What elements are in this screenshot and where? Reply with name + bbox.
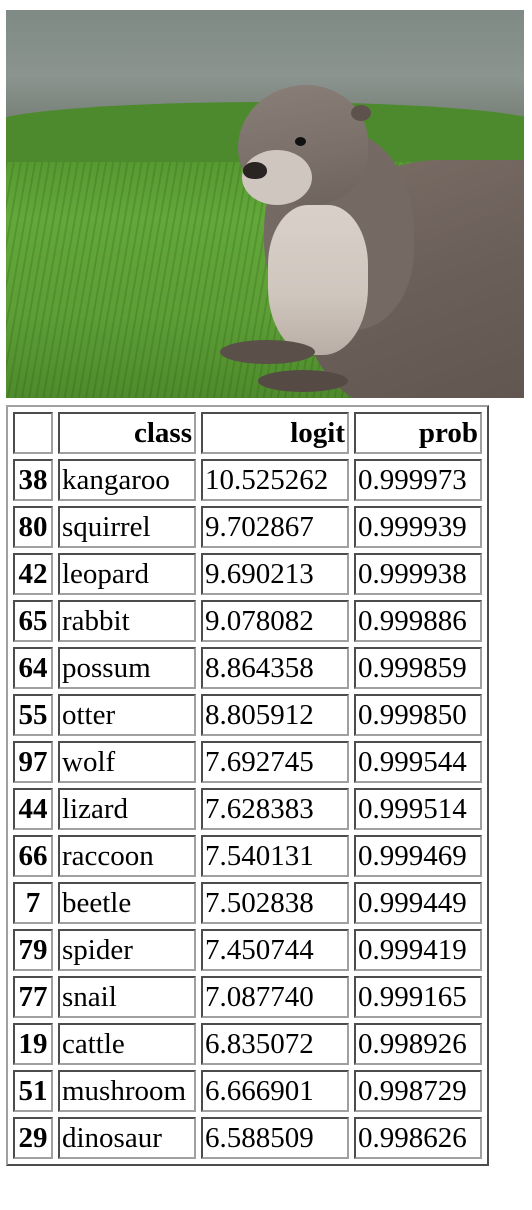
table-row: 42 leopard 9.690213 0.999938 [13, 553, 482, 595]
row-logit: 9.078082 [201, 600, 349, 642]
row-prob: 0.998626 [354, 1117, 482, 1159]
row-prob: 0.999544 [354, 741, 482, 783]
row-prob: 0.999165 [354, 976, 482, 1018]
row-index: 79 [13, 929, 53, 971]
results-table-wrapper: class logit prob 38 kangaroo 10.525262 0… [6, 405, 489, 1166]
row-logit: 7.628383 [201, 788, 349, 830]
otter-nose [243, 162, 267, 179]
table-row: 19 cattle 6.835072 0.998926 [13, 1023, 482, 1065]
row-class: kangaroo [58, 459, 196, 501]
row-index: 19 [13, 1023, 53, 1065]
row-prob: 0.999419 [354, 929, 482, 971]
row-index: 97 [13, 741, 53, 783]
row-prob: 0.999859 [354, 647, 482, 689]
row-class: spider [58, 929, 196, 971]
row-logit: 9.702867 [201, 506, 349, 548]
row-prob: 0.999886 [354, 600, 482, 642]
table-row: 38 kangaroo 10.525262 0.999973 [13, 459, 482, 501]
table-row: 97 wolf 7.692745 0.999544 [13, 741, 482, 783]
row-index: 80 [13, 506, 53, 548]
header-prob: prob [354, 412, 482, 454]
row-logit: 9.690213 [201, 553, 349, 595]
row-index: 38 [13, 459, 53, 501]
row-class: possum [58, 647, 196, 689]
header-class: class [58, 412, 196, 454]
row-prob: 0.999973 [354, 459, 482, 501]
row-prob: 0.998926 [354, 1023, 482, 1065]
row-logit: 8.805912 [201, 694, 349, 736]
row-class: wolf [58, 741, 196, 783]
table-row: 44 lizard 7.628383 0.999514 [13, 788, 482, 830]
row-index: 64 [13, 647, 53, 689]
row-prob: 0.999938 [354, 553, 482, 595]
row-class: rabbit [58, 600, 196, 642]
table-row: 55 otter 8.805912 0.999850 [13, 694, 482, 736]
row-class: beetle [58, 882, 196, 924]
table-row: 51 mushroom 6.666901 0.998729 [13, 1070, 482, 1112]
row-index: 77 [13, 976, 53, 1018]
table-row: 66 raccoon 7.540131 0.999469 [13, 835, 482, 877]
row-index: 66 [13, 835, 53, 877]
row-logit: 7.540131 [201, 835, 349, 877]
row-prob: 0.999850 [354, 694, 482, 736]
otter-paw [258, 370, 348, 392]
row-index: 7 [13, 882, 53, 924]
row-logit: 7.450744 [201, 929, 349, 971]
row-logit: 10.525262 [201, 459, 349, 501]
table-row: 64 possum 8.864358 0.999859 [13, 647, 482, 689]
table-row: 29 dinosaur 6.588509 0.998626 [13, 1117, 482, 1159]
otter-photo [6, 10, 524, 398]
table-row: 80 squirrel 9.702867 0.999939 [13, 506, 482, 548]
row-class: cattle [58, 1023, 196, 1065]
row-class: raccoon [58, 835, 196, 877]
header-logit: logit [201, 412, 349, 454]
row-class: snail [58, 976, 196, 1018]
table-header-row: class logit prob [13, 412, 482, 454]
row-index: 55 [13, 694, 53, 736]
row-index: 44 [13, 788, 53, 830]
table-row: 7 beetle 7.502838 0.999449 [13, 882, 482, 924]
row-logit: 7.087740 [201, 976, 349, 1018]
otter-paw [220, 340, 315, 364]
results-table: class logit prob 38 kangaroo 10.525262 0… [6, 405, 489, 1166]
row-index: 51 [13, 1070, 53, 1112]
otter-chest [268, 205, 368, 355]
row-class: leopard [58, 553, 196, 595]
row-class: dinosaur [58, 1117, 196, 1159]
row-logit: 6.835072 [201, 1023, 349, 1065]
row-logit: 7.502838 [201, 882, 349, 924]
row-class: lizard [58, 788, 196, 830]
row-prob: 0.999449 [354, 882, 482, 924]
row-class: mushroom [58, 1070, 196, 1112]
row-logit: 8.864358 [201, 647, 349, 689]
otter-eye [295, 137, 306, 146]
row-logit: 6.588509 [201, 1117, 349, 1159]
table-row: 79 spider 7.450744 0.999419 [13, 929, 482, 971]
row-prob: 0.999514 [354, 788, 482, 830]
row-index: 42 [13, 553, 53, 595]
header-index [13, 412, 53, 454]
row-logit: 7.692745 [201, 741, 349, 783]
otter-ear [351, 105, 371, 121]
table-row: 65 rabbit 9.078082 0.999886 [13, 600, 482, 642]
row-prob: 0.998729 [354, 1070, 482, 1112]
table-row: 77 snail 7.087740 0.999165 [13, 976, 482, 1018]
row-index: 29 [13, 1117, 53, 1159]
row-prob: 0.999939 [354, 506, 482, 548]
row-class: squirrel [58, 506, 196, 548]
row-prob: 0.999469 [354, 835, 482, 877]
row-class: otter [58, 694, 196, 736]
row-logit: 6.666901 [201, 1070, 349, 1112]
row-index: 65 [13, 600, 53, 642]
